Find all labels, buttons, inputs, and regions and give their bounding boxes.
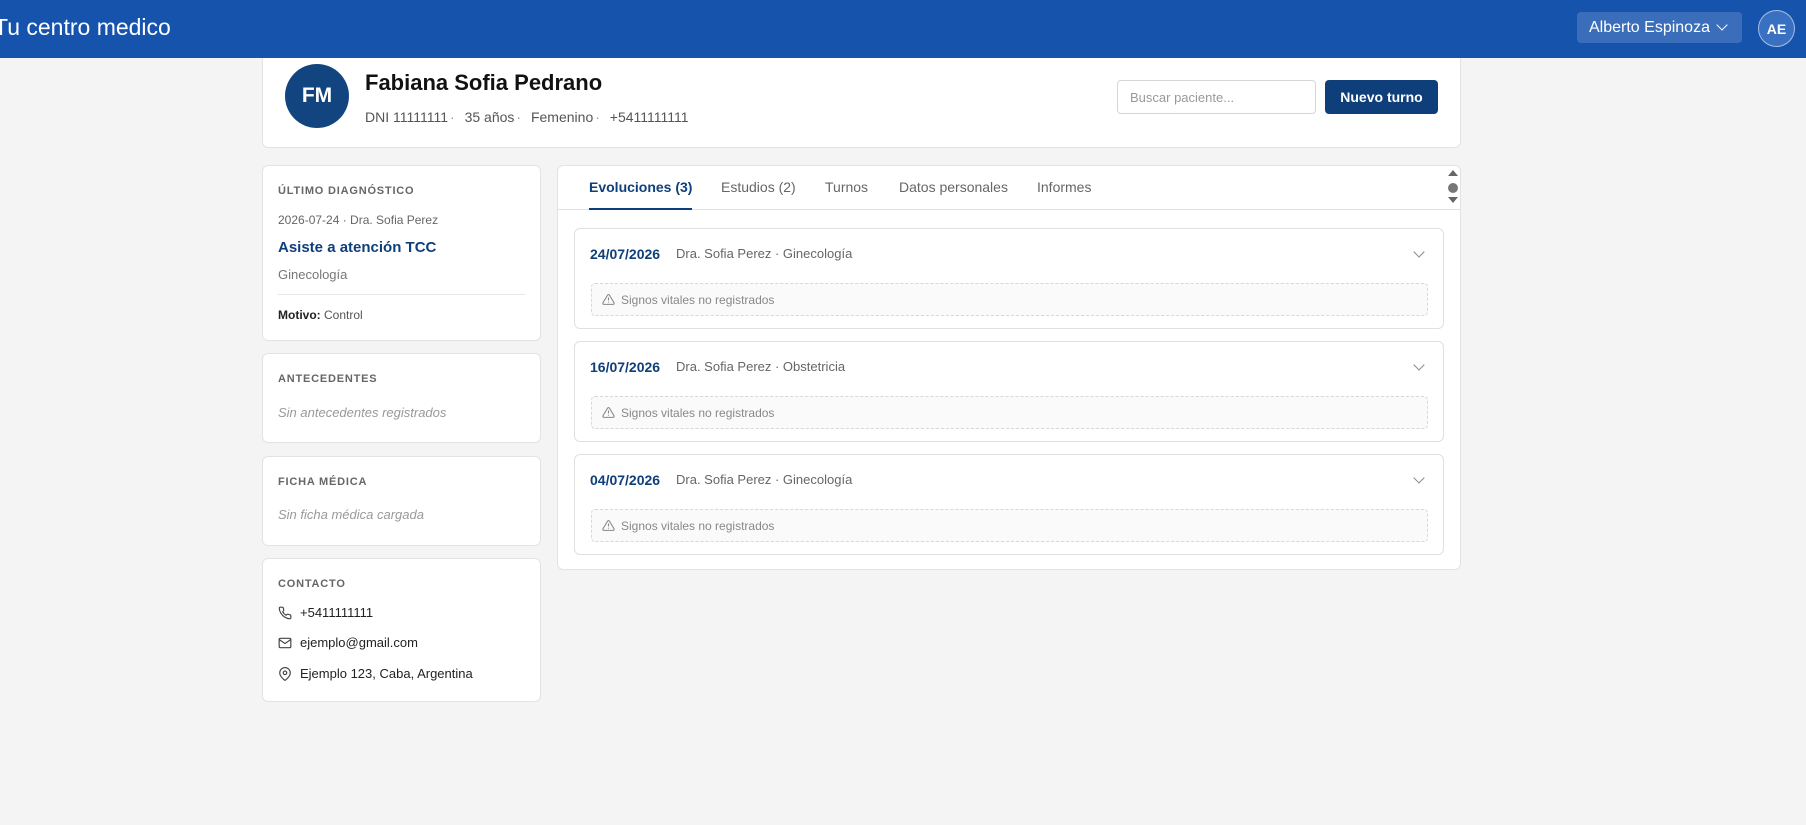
patient-avatar: FM	[285, 64, 349, 128]
vitals-text: Signos vitales no registrados	[621, 292, 775, 307]
tab-datos-personales[interactable]: Datos personales	[899, 179, 1008, 195]
tab-informes[interactable]: Informes	[1037, 179, 1091, 195]
top-navbar: Tu centro medico Alberto Espinoza AE	[0, 0, 1806, 58]
last-diagnosis-card: ÚLTIMO DIAGNÓSTICO 2026-07-24 · Dra. Sof…	[262, 165, 541, 341]
vitals-text: Signos vitales no registrados	[621, 518, 775, 533]
vitals-notice: Signos vitales no registrados	[591, 396, 1428, 429]
user-menu-button[interactable]: Alberto Espinoza	[1577, 12, 1742, 43]
scroll-down-icon[interactable]	[1448, 197, 1458, 203]
tab-evoluciones[interactable]: Evoluciones (3)	[589, 179, 693, 210]
motivo-label: Motivo:	[278, 308, 321, 322]
evolution-date: 24/07/2026	[590, 246, 661, 262]
scroll-thumb[interactable]	[1448, 183, 1458, 193]
search-patient-input[interactable]	[1117, 80, 1316, 114]
evolution-item[interactable]: 24/07/2026 Dra. Sofia Perez · Ginecologí…	[574, 228, 1444, 329]
ficha-medica-card: FICHA MÉDICA Sin ficha médica cargada	[262, 456, 541, 546]
phone-icon	[278, 606, 292, 619]
diagnosis-specialty: Ginecología	[278, 267, 348, 282]
evolution-item[interactable]: 04/07/2026 Dra. Sofia Perez · Ginecologí…	[574, 454, 1444, 555]
patient-age: 35 años	[464, 109, 515, 125]
patient-name: Fabiana Sofia Pedrano	[365, 70, 603, 95]
patient-header: FM Fabiana Sofia Pedrano DNI 11111111 · 3…	[262, 58, 1461, 148]
contact-address[interactable]: Ejemplo 123, Caba, Argentina	[278, 666, 473, 681]
evolution-date: 16/07/2026	[590, 359, 661, 375]
card-title: ANTECEDENTES	[278, 373, 378, 385]
contact-email-text: ejemplo@gmail.com	[300, 635, 418, 650]
user-avatar[interactable]: AE	[1758, 10, 1795, 47]
vitals-notice: Signos vitales no registrados	[591, 509, 1428, 542]
contact-phone-text: +5411111111	[300, 605, 374, 620]
vitals-notice: Signos vitales no registrados	[591, 283, 1428, 316]
contact-card: CONTACTO +5411111111 ejemplo@gmail.com E…	[262, 558, 541, 702]
diagnosis-name: Asiste a atención TCC	[278, 239, 437, 256]
card-title: FICHA MÉDICA	[278, 476, 368, 488]
evolution-doctor: Dra. Sofia Perez · Ginecología	[676, 246, 853, 261]
mail-icon	[278, 637, 292, 648]
chevron-down-icon[interactable]	[1413, 472, 1425, 484]
contact-email[interactable]: ejemplo@gmail.com	[278, 635, 418, 650]
evolution-item[interactable]: 16/07/2026 Dra. Sofia Perez · Obstetrici…	[574, 341, 1444, 442]
evolution-doctor: Dra. Sofia Perez · Ginecología	[676, 472, 853, 487]
diagnosis-motivo: Motivo: Control	[278, 308, 363, 322]
card-title: CONTACTO	[278, 578, 346, 590]
tab-bar: Evoluciones (3) Estudios (2) Turnos Dato…	[558, 166, 1460, 210]
empty-state: Sin ficha médica cargada	[278, 507, 424, 522]
card-title: ÚLTIMO DIAGNÓSTICO	[278, 185, 415, 197]
evolutions-panel: Evoluciones (3) Estudios (2) Turnos Dato…	[557, 165, 1461, 570]
brand-title[interactable]: Tu centro medico	[0, 14, 171, 41]
tab-scrollbar[interactable]	[1446, 170, 1458, 206]
evolution-doctor: Dra. Sofia Perez · Obstetricia	[676, 359, 846, 374]
warning-icon	[602, 407, 615, 418]
diagnosis-meta: 2026-07-24 · Dra. Sofia Perez	[278, 213, 439, 227]
new-appointment-button[interactable]: Nuevo turno	[1325, 80, 1438, 114]
antecedentes-card: ANTECEDENTES Sin antecedentes registrado…	[262, 353, 541, 443]
patient-dni: DNI 11111111	[365, 109, 449, 125]
chevron-down-icon	[1716, 19, 1728, 31]
vitals-text: Signos vitales no registrados	[621, 405, 775, 420]
user-name: Alberto Espinoza	[1589, 18, 1710, 36]
tab-estudios[interactable]: Estudios (2)	[721, 179, 796, 195]
scroll-up-icon[interactable]	[1448, 170, 1458, 176]
contact-phone[interactable]: +5411111111	[278, 605, 373, 620]
warning-icon	[602, 520, 615, 531]
evolution-date: 04/07/2026	[590, 472, 661, 488]
contact-address-text: Ejemplo 123, Caba, Argentina	[300, 666, 473, 681]
chevron-down-icon[interactable]	[1413, 359, 1425, 371]
patient-meta: DNI 11111111 · 35 años · Femenino · +541111…	[365, 109, 689, 125]
map-pin-icon	[279, 666, 291, 681]
motivo-value: Control	[324, 308, 363, 322]
chevron-down-icon[interactable]	[1413, 246, 1425, 258]
patient-sex: Femenino	[530, 109, 594, 125]
tab-turnos[interactable]: Turnos	[825, 179, 868, 195]
divider	[278, 294, 525, 295]
warning-icon	[602, 294, 615, 305]
patient-phone: +5411111111	[609, 109, 689, 125]
empty-state: Sin antecedentes registrados	[278, 405, 447, 420]
